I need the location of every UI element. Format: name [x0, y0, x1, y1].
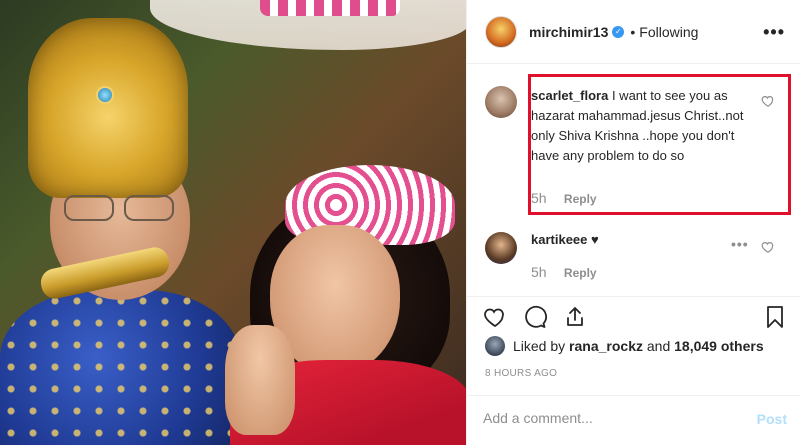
commenter-avatar[interactable] [485, 232, 517, 264]
comment-text: ♥ [591, 232, 599, 247]
comment-more-icon[interactable]: ••• [731, 236, 749, 252]
comment-body: kartikeee ♥ [531, 230, 751, 250]
commenter-username[interactable]: scarlet_flora [531, 88, 608, 103]
post-timestamp[interactable]: 8 HOURS AGO [485, 368, 557, 379]
comment-like-heart-icon[interactable] [761, 240, 775, 254]
more-icon[interactable]: ••• [763, 22, 785, 43]
likes-prefix: Liked by [513, 338, 566, 354]
photo-glasses [60, 195, 180, 225]
verified-badge-icon: ✓ [612, 25, 625, 38]
reply-button[interactable]: Reply [564, 266, 597, 280]
comment-meta: 5h Reply [531, 190, 597, 206]
photo-crown-gem [96, 86, 114, 104]
commenter-username[interactable]: kartikeee [531, 232, 587, 247]
likes-joiner: and [646, 338, 671, 354]
comment-body: scarlet_flora I want to see you as hazar… [531, 86, 751, 166]
likes-summary: Liked by rana_rockz and 18,049 others [485, 336, 764, 356]
commenter-avatar[interactable] [485, 86, 517, 118]
photo-garland [260, 0, 400, 16]
post-comment-button[interactable]: Post [757, 411, 787, 427]
photo-hand [225, 325, 295, 435]
post-header: mirchimir13 ✓ • Following ••• [467, 0, 800, 64]
post-photo[interactable] [0, 0, 466, 445]
comment-meta: 5h Reply [531, 264, 597, 280]
author-avatar[interactable] [485, 15, 517, 48]
comments-list: scarlet_flora I want to see you as hazar… [467, 64, 800, 296]
post-side-panel: mirchimir13 ✓ • Following ••• scarlet_fl… [466, 0, 800, 445]
comment-time: 5h [531, 264, 547, 280]
photo-glasses-lens-right [124, 195, 174, 221]
comment-icon[interactable] [523, 305, 547, 329]
photo-glasses-lens-left [64, 195, 114, 221]
add-comment-bar: Post [467, 395, 800, 445]
likes-count[interactable]: 18,049 others [674, 338, 764, 354]
liker-username[interactable]: rana_rockz [569, 338, 643, 354]
bookmark-icon[interactable] [763, 305, 787, 329]
comment-time: 5h [531, 190, 547, 206]
comment-input[interactable] [483, 410, 733, 426]
liker-avatar[interactable] [485, 336, 505, 356]
author-username[interactable]: mirchimir13 [529, 24, 608, 40]
photo-crown [28, 18, 188, 198]
heart-icon[interactable] [483, 305, 507, 329]
following-button[interactable]: Following [639, 24, 698, 40]
reply-button[interactable]: Reply [564, 192, 597, 206]
share-icon[interactable] [563, 305, 587, 329]
photo-outfit-pattern [0, 290, 240, 445]
header-separator: • [630, 23, 636, 40]
post-actions-bar [467, 296, 800, 336]
comment-like-heart-icon[interactable] [761, 94, 775, 108]
